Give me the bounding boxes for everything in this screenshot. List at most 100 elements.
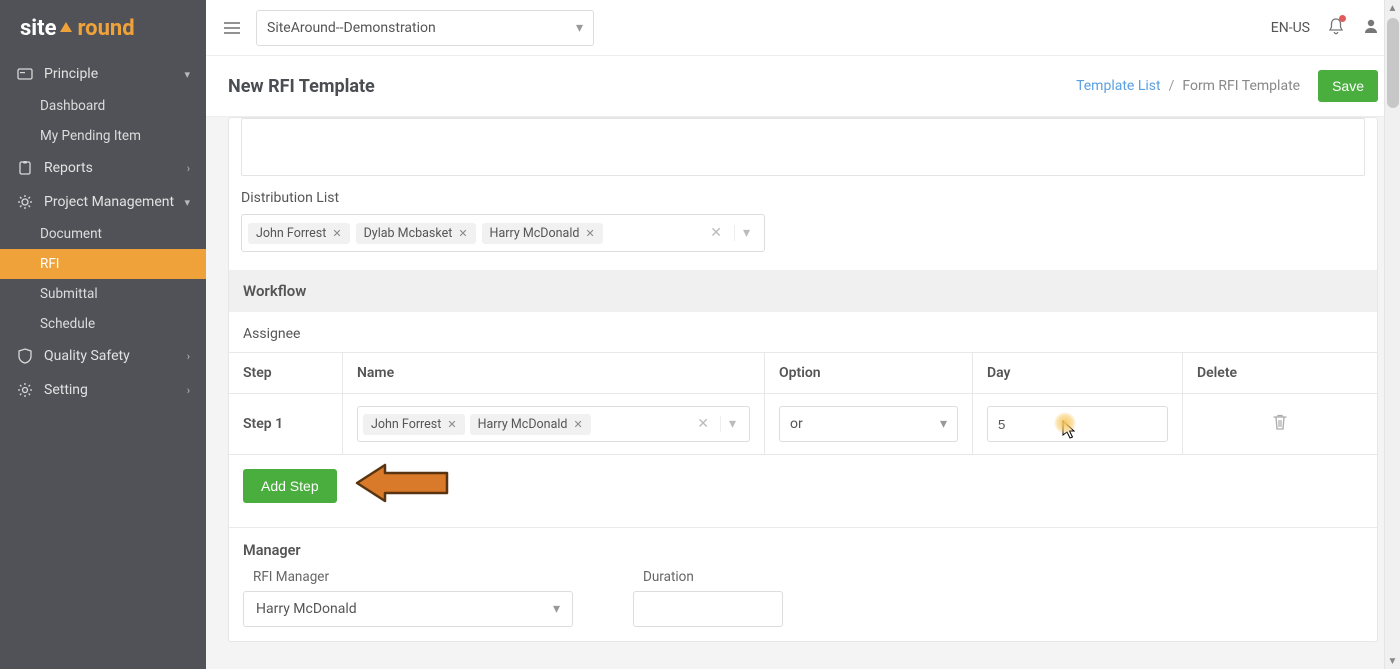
sidebar-label: Setting bbox=[44, 382, 88, 398]
col-option: Option bbox=[765, 353, 973, 393]
name-cell: John Forrest ✕ Harry McDonald ✕ ✕ ▾ bbox=[343, 394, 765, 454]
chevron-down-icon: ▾ bbox=[184, 68, 190, 81]
topbar: SiteAround--Demonstration ▾ EN-US bbox=[206, 0, 1400, 56]
breadcrumb-link-template-list[interactable]: Template List bbox=[1076, 78, 1161, 94]
menu-toggle-button[interactable] bbox=[218, 14, 246, 42]
brand-triangle-icon bbox=[58, 16, 74, 41]
tag-text: John Forrest bbox=[256, 226, 326, 241]
sidebar-item-reports[interactable]: Reports › bbox=[0, 151, 206, 185]
textarea-placeholder-box[interactable] bbox=[241, 118, 1365, 176]
sidebar-item-schedule[interactable]: Schedule bbox=[0, 309, 206, 339]
sidebar-label: Dashboard bbox=[40, 98, 105, 114]
remove-tag-button[interactable]: ✕ bbox=[458, 227, 467, 240]
project-select[interactable]: SiteAround--Demonstration ▾ bbox=[256, 10, 594, 46]
remove-tag-button[interactable]: ✕ bbox=[332, 227, 341, 240]
day-cell bbox=[973, 394, 1183, 454]
sidebar-label: Document bbox=[40, 226, 102, 242]
chevron-down-icon: ▾ bbox=[940, 416, 947, 432]
col-delete: Delete bbox=[1183, 353, 1377, 393]
sidebar-item-dashboard[interactable]: Dashboard bbox=[0, 91, 206, 121]
chevron-right-icon: › bbox=[187, 162, 190, 175]
assignee-multiselect[interactable]: John Forrest ✕ Harry McDonald ✕ ✕ ▾ bbox=[357, 406, 750, 442]
add-step-row: Add Step bbox=[229, 455, 1377, 517]
shield-icon bbox=[16, 348, 34, 364]
col-step: Step bbox=[229, 353, 343, 393]
remove-tag-button[interactable]: ✕ bbox=[573, 418, 582, 431]
hamburger-icon bbox=[223, 21, 241, 35]
rfi-manager-select[interactable]: Harry McDonald ▾ bbox=[243, 591, 573, 627]
notifications-button[interactable] bbox=[1328, 17, 1344, 39]
clear-all-button[interactable]: ✕ bbox=[691, 416, 715, 432]
tag-text: John Forrest bbox=[371, 417, 441, 432]
sidebar-item-document[interactable]: Document bbox=[0, 219, 206, 249]
sidebar-item-project-management[interactable]: Project Management ▾ bbox=[0, 185, 206, 219]
user-icon bbox=[1362, 17, 1380, 35]
duration-input[interactable] bbox=[633, 591, 783, 627]
user-menu-button[interactable] bbox=[1362, 17, 1380, 39]
trash-icon bbox=[1272, 413, 1288, 431]
breadcrumb-current: Form RFI Template bbox=[1182, 78, 1300, 94]
brand-logo: site round bbox=[0, 0, 206, 57]
add-step-button[interactable]: Add Step bbox=[243, 469, 337, 503]
locale-label[interactable]: EN-US bbox=[1271, 20, 1310, 36]
delete-row-button[interactable] bbox=[1272, 413, 1288, 435]
sidebar-label: Quality Safety bbox=[44, 348, 130, 364]
assignee-tag: Harry McDonald ✕ bbox=[470, 414, 591, 435]
delete-cell bbox=[1183, 394, 1377, 454]
tag-text: Harry McDonald bbox=[490, 226, 580, 241]
sidebar-label: My Pending Item bbox=[40, 128, 141, 144]
save-button[interactable]: Save bbox=[1318, 70, 1378, 102]
sidebar-item-quality-safety[interactable]: Quality Safety › bbox=[0, 339, 206, 373]
sidebar-label: Principle bbox=[44, 66, 98, 82]
main-area: SiteAround--Demonstration ▾ EN-US New RF… bbox=[206, 0, 1400, 669]
sidebar-item-rfi[interactable]: RFI bbox=[0, 249, 206, 279]
sidebar-item-principle[interactable]: Principle ▾ bbox=[0, 57, 206, 91]
page-title: New RFI Template bbox=[228, 76, 375, 97]
sidebar-item-submittal[interactable]: Submittal bbox=[0, 279, 206, 309]
notification-dot bbox=[1339, 15, 1346, 22]
card-icon bbox=[16, 67, 34, 81]
scroll-up-button[interactable]: ▲ bbox=[1385, 0, 1400, 16]
project-select-value: SiteAround--Demonstration bbox=[267, 20, 436, 36]
scrollbar-thumb[interactable] bbox=[1387, 18, 1399, 108]
option-select[interactable]: or ▾ bbox=[779, 406, 958, 442]
option-value: or bbox=[790, 416, 803, 432]
brand-text-1: site bbox=[20, 16, 56, 41]
content: Distribution List John Forrest ✕ Dylab M… bbox=[206, 117, 1400, 669]
workflow-table: Step Name Option Day Delete Step 1 John … bbox=[229, 352, 1377, 455]
chevron-down-icon: ▾ bbox=[576, 20, 583, 36]
distribution-tag: John Forrest ✕ bbox=[248, 223, 350, 244]
distribution-tag: Dylab Mcbasket ✕ bbox=[356, 223, 476, 244]
remove-tag-button[interactable]: ✕ bbox=[447, 418, 456, 431]
rfi-manager-label: RFI Manager bbox=[243, 569, 573, 585]
dropdown-toggle[interactable]: ▾ bbox=[720, 416, 744, 432]
option-cell: or ▾ bbox=[765, 394, 973, 454]
distribution-tag: Harry McDonald ✕ bbox=[482, 223, 603, 244]
chevron-right-icon: › bbox=[187, 384, 190, 397]
breadcrumb: Template List / Form RFI Template Save bbox=[1076, 70, 1378, 102]
sidebar-item-setting[interactable]: Setting › bbox=[0, 373, 206, 407]
assignee-label: Assignee bbox=[229, 312, 1377, 352]
vertical-scrollbar[interactable]: ▲ ▼ bbox=[1384, 0, 1400, 669]
duration-label: Duration bbox=[633, 569, 783, 585]
brand-text-2: round bbox=[77, 16, 134, 41]
col-day: Day bbox=[973, 353, 1183, 393]
clipboard-icon bbox=[16, 160, 34, 176]
sidebar-label: RFI bbox=[40, 256, 59, 272]
gear-icon bbox=[16, 194, 34, 210]
scroll-down-button[interactable]: ▼ bbox=[1385, 653, 1400, 669]
sidebar-label: Schedule bbox=[40, 316, 95, 332]
sidebar-label: Reports bbox=[44, 160, 93, 176]
chevron-right-icon: › bbox=[187, 350, 190, 363]
distribution-multiselect[interactable]: John Forrest ✕ Dylab Mcbasket ✕ Harry Mc… bbox=[241, 214, 765, 252]
dropdown-toggle[interactable]: ▾ bbox=[734, 225, 758, 241]
distribution-label: Distribution List bbox=[241, 190, 1365, 206]
sidebar-label: Submittal bbox=[40, 286, 98, 302]
tag-text: Harry McDonald bbox=[478, 417, 568, 432]
breadcrumb-separator: / bbox=[1169, 78, 1175, 94]
remove-tag-button[interactable]: ✕ bbox=[585, 227, 594, 240]
day-input[interactable] bbox=[987, 406, 1168, 442]
clear-all-button[interactable]: ✕ bbox=[704, 225, 728, 241]
sidebar-item-pending[interactable]: My Pending Item bbox=[0, 121, 206, 151]
col-name: Name bbox=[343, 353, 765, 393]
